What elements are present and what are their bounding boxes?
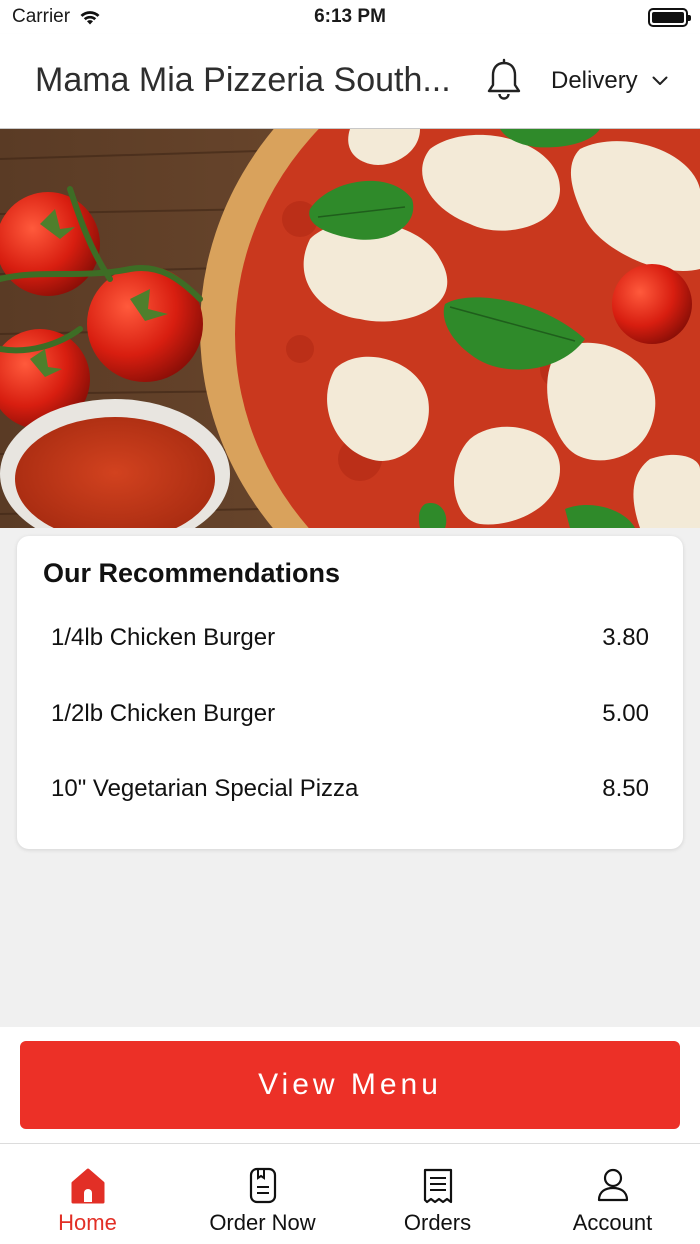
bell-icon[interactable] [485, 58, 523, 102]
item-name: 1/2lb Chicken Burger [51, 700, 276, 727]
tab-label: Account [572, 1210, 653, 1235]
wifi-icon [80, 11, 100, 25]
recommendations-card: Our Recommendations 1/4lb Chicken Burger… [17, 536, 683, 849]
recommendation-item[interactable]: 10" Vegetarian Special Pizza 8.50 [51, 769, 649, 809]
delivery-selector[interactable]: Delivery [551, 67, 668, 95]
tab-home[interactable]: Home [0, 1144, 175, 1244]
hero-image [0, 129, 700, 528]
pizza-illustration [0, 129, 700, 528]
chevron-down-icon [652, 76, 668, 85]
item-name: 10" Vegetarian Special Pizza [51, 775, 359, 802]
order-book-icon [249, 1167, 276, 1204]
carrier-label: Carrier [12, 6, 71, 27]
tab-label: Home [58, 1210, 117, 1235]
status-left: Carrier [12, 6, 212, 28]
tab-label: Orders [403, 1210, 472, 1235]
tab-orders[interactable]: Orders [350, 1144, 525, 1244]
recommendation-item[interactable]: 1/2lb Chicken Burger 5.00 [51, 694, 649, 734]
delivery-label: Delivery [551, 67, 638, 94]
tab-label: Order Now [209, 1210, 316, 1235]
battery-icon [648, 7, 691, 27]
status-bar: Carrier 6:13 PM [0, 0, 700, 34]
recommendation-item[interactable]: 1/4lb Chicken Burger 3.80 [51, 618, 649, 658]
status-time: 6:13 PM [314, 6, 386, 27]
restaurant-title: Mama Mia Pizzeria South... [35, 61, 451, 99]
recommendations-title: Our Recommendations [43, 558, 341, 588]
app-header: Mama Mia Pizzeria South... Delivery [0, 34, 700, 129]
tab-order-now[interactable]: Order Now [175, 1144, 350, 1244]
item-price: 3.80 [602, 624, 649, 651]
item-price: 5.00 [602, 700, 649, 727]
view-menu-button[interactable]: View Menu [20, 1041, 680, 1129]
item-name: 1/4lb Chicken Burger [51, 624, 276, 651]
tab-bar: Home Order Now Orders Account [0, 1143, 700, 1244]
status-right [488, 7, 691, 27]
item-price: 8.50 [602, 775, 649, 802]
home-icon [71, 1168, 104, 1204]
user-icon [597, 1168, 628, 1202]
tab-account[interactable]: Account [525, 1144, 700, 1244]
receipt-icon [423, 1168, 452, 1204]
